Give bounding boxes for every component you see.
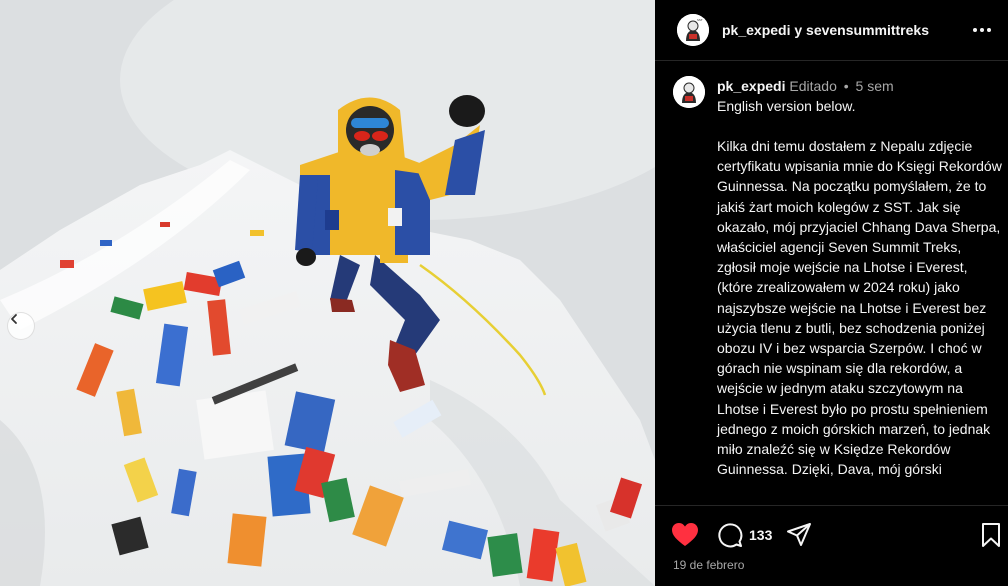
avatar-image [673, 76, 705, 108]
post-actions: 133 19 de febrero [655, 505, 1008, 586]
more-dot-icon [973, 28, 977, 32]
more-dot-icon [987, 28, 991, 32]
like-button[interactable] [671, 522, 699, 548]
comment-username[interactable]: pk_expedi [717, 78, 785, 94]
post-details-panel: SST pk_expedi y sevensummittreks pk_expe… [655, 0, 1008, 586]
profile-avatar[interactable]: SST [677, 14, 709, 46]
post-date: 19 de febrero [673, 558, 745, 572]
edited-label: Editado [789, 78, 837, 94]
caption-comment: pk_expedi Editado • 5 sem English versio… [673, 76, 1003, 506]
comment-count: 133 [749, 527, 773, 543]
comment-meta: pk_expedi Editado • 5 sem [717, 76, 1003, 96]
svg-text:SST: SST [697, 18, 703, 22]
post-header: SST pk_expedi y sevensummittreks [655, 0, 1008, 61]
comment-icon [718, 523, 743, 548]
share-button[interactable] [786, 522, 812, 548]
comment-time[interactable]: 5 sem [856, 78, 894, 94]
header-usernames[interactable]: pk_expedi y sevensummittreks [722, 22, 929, 38]
save-button[interactable] [980, 522, 1002, 548]
previous-photo-button[interactable] [7, 312, 35, 340]
meta-separator: • [843, 78, 849, 94]
bookmark-icon [982, 523, 1000, 547]
share-icon [787, 523, 811, 546]
heart-icon [672, 523, 698, 546]
caption-first-line: English version below. [717, 98, 856, 114]
comment-button[interactable]: 133 [717, 522, 772, 548]
more-options-button[interactable] [970, 18, 994, 42]
comment-avatar[interactable] [673, 76, 705, 108]
summit-photo-art [0, 0, 655, 586]
chevron-left-icon [11, 314, 17, 324]
avatar-image: SST [677, 14, 709, 46]
caption-text: Kilka dni temu dostałem z Nepalu zdjęcie… [717, 138, 1002, 478]
more-dot-icon [980, 28, 984, 32]
comment-body: pk_expedi Editado • 5 sem English versio… [717, 76, 1003, 479]
post-photo[interactable] [0, 0, 655, 586]
